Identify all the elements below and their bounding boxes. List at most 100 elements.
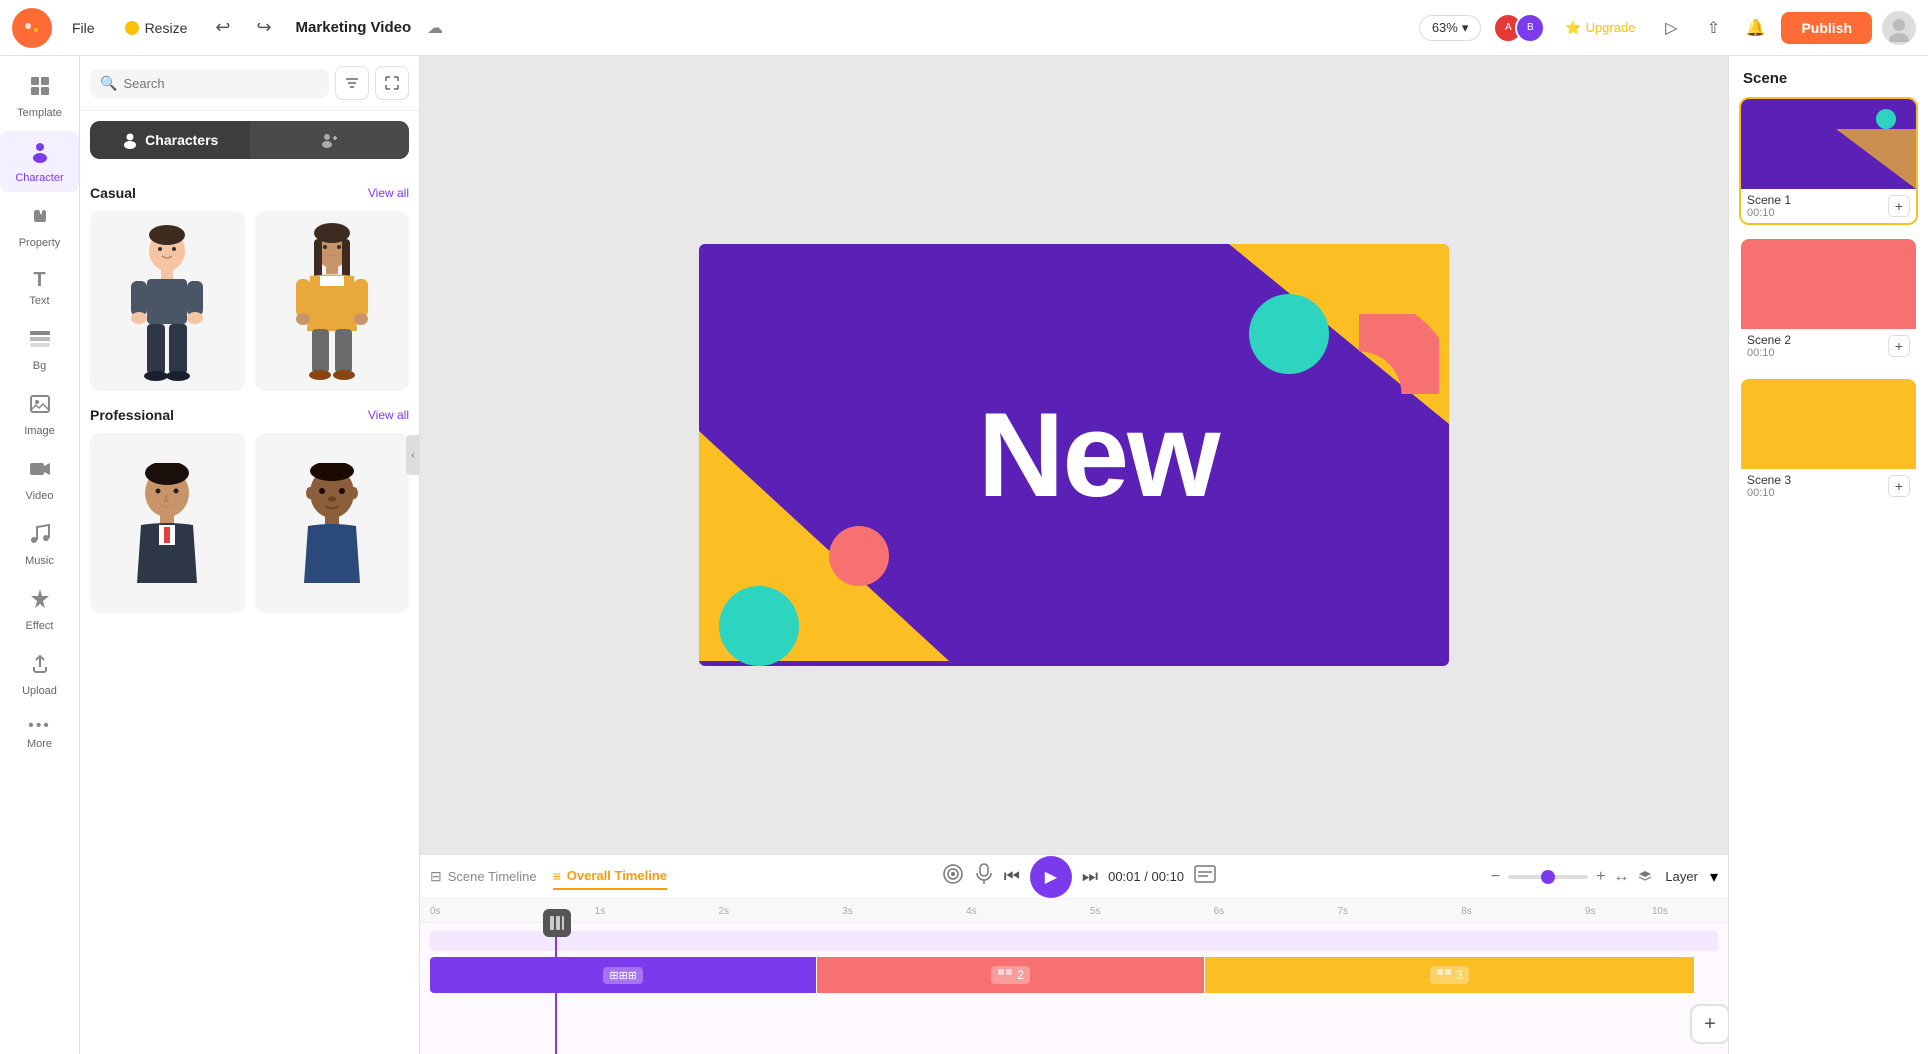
notifications-button[interactable]: 🔔 [1739, 12, 1771, 44]
sidebar-item-upload[interactable]: Upload [0, 644, 79, 705]
publish-button[interactable]: Publish [1781, 12, 1872, 44]
casual-character-grid [90, 211, 409, 391]
cloud-save-icon[interactable]: ☁ [427, 18, 443, 38]
tab-overall-timeline[interactable]: ≡ Overall Timeline [553, 864, 667, 890]
scene-thumb-1 [1741, 99, 1916, 189]
user-avatar[interactable] [1882, 11, 1916, 45]
text-icon: T [33, 269, 45, 292]
skip-back-button[interactable]: ⏮ [1004, 866, 1020, 887]
redo-button[interactable]: ↪ [248, 13, 279, 42]
resize-button[interactable]: Resize [115, 15, 198, 41]
scene-1-badge: ⊞⊞⊞ [603, 967, 643, 984]
character-professional-male-2[interactable] [255, 433, 410, 613]
character-casual-female[interactable] [255, 211, 410, 391]
play-preview-button[interactable]: ▷ [1655, 12, 1687, 44]
sidebar-item-template[interactable]: Template [0, 66, 79, 127]
tab-add-character[interactable] [250, 121, 410, 159]
scene-block-1[interactable]: ⊞⊞⊞ [430, 957, 816, 993]
main-layout: Template Character Property T Text Bg [0, 56, 1928, 1054]
pink-arc-shape [1279, 314, 1439, 479]
search-input[interactable] [123, 76, 319, 91]
filter-button[interactable] [335, 66, 369, 100]
sidebar-label-bg: Bg [33, 360, 46, 372]
microphone-button[interactable] [974, 863, 994, 890]
zoom-slider[interactable] [1508, 875, 1588, 879]
professional-view-all[interactable]: View all [368, 408, 409, 422]
sidebar-item-video[interactable]: Video [0, 449, 79, 510]
more-icon: ••• [28, 717, 51, 735]
sidebar-item-character[interactable]: Character [0, 131, 79, 192]
tab-characters[interactable]: Characters [90, 121, 250, 159]
search-bar[interactable]: 🔍 [90, 69, 329, 98]
collaborator-avatar-2: B [1515, 13, 1545, 43]
tab-scene-timeline[interactable]: ⊟ Scene Timeline [430, 864, 537, 889]
upgrade-button[interactable]: ⭐ Upgrade [1555, 16, 1645, 40]
zoom-thumb[interactable] [1541, 870, 1555, 884]
sidebar-item-bg[interactable]: Bg [0, 319, 79, 380]
character-professional-male-1[interactable] [90, 433, 245, 613]
sidebar-item-text[interactable]: T Text [0, 261, 79, 315]
sidebar-label-template: Template [17, 107, 62, 119]
sidebar-label-character: Character [15, 172, 63, 184]
effect-icon [28, 587, 52, 617]
scene-card-2[interactable]: Scene 2 00:10 + [1739, 237, 1918, 365]
scene-block-3[interactable]: 3 [1205, 957, 1694, 993]
scene-1-label: Scene 1 [1747, 193, 1791, 207]
subtitle-button[interactable] [942, 863, 964, 890]
zoom-value: 63% [1432, 20, 1458, 35]
timeline-ruler: 0s 1s 2s 3s 4s 5s 6s 7s 8s 9s 10s [420, 899, 1728, 923]
sidebar-item-property[interactable]: Property [0, 196, 79, 257]
expand-button[interactable] [375, 66, 409, 100]
project-title: Marketing Video [296, 19, 412, 36]
panel-collapse-button[interactable]: ‹ [406, 435, 420, 475]
canvas-wrapper: ‹ [420, 56, 1728, 854]
upload-icon [28, 652, 52, 682]
professional-section-header: Professional View all [90, 407, 409, 423]
left-panel: 🔍 Characters [80, 56, 420, 1054]
scene-2-add-button[interactable]: + [1888, 335, 1910, 357]
scene-block-2[interactable]: 2 [817, 957, 1203, 993]
teal-circle-bottom [719, 586, 799, 666]
play-button[interactable]: ▶ [1030, 856, 1072, 898]
sidebar-item-image[interactable]: Image [0, 384, 79, 445]
zoom-out-icon[interactable]: − [1491, 868, 1500, 886]
zoom-control[interactable]: 63% ▾ [1419, 15, 1482, 41]
main-canvas[interactable]: New [699, 244, 1449, 666]
scene-blocks-row: ⊞⊞⊞ 2 [430, 957, 1718, 993]
overall-timeline-icon: ≡ [553, 868, 561, 884]
app-logo[interactable] [12, 8, 52, 48]
character-icon [28, 139, 52, 169]
sidebar-item-music[interactable]: Music [0, 514, 79, 575]
file-menu[interactable]: File [62, 15, 105, 41]
timeline-tabs: ⊟ Scene Timeline ≡ Overall Timeline [420, 855, 1728, 899]
scene-2-time: 00:10 [1747, 347, 1791, 359]
scene-2-label: Scene 2 [1747, 333, 1791, 347]
casual-view-all[interactable]: View all [368, 186, 409, 200]
sidebar-label-image: Image [24, 425, 55, 437]
scene-1-add-button[interactable]: + [1888, 195, 1910, 217]
bg-icon [28, 327, 52, 357]
playhead[interactable] [555, 923, 557, 1054]
scene-3-add-button[interactable]: + [1888, 475, 1910, 497]
scene-card-1[interactable]: Scene 1 00:10 + [1739, 97, 1918, 225]
panel-content: Casual View all [80, 169, 419, 1054]
skip-forward-button[interactable]: ⏭ [1082, 866, 1098, 887]
layer-label: Layer [1657, 865, 1706, 888]
sidebar-item-effect[interactable]: Effect [0, 579, 79, 640]
zoom-in-icon[interactable]: + [1596, 868, 1605, 886]
sidebar-label-video: Video [26, 490, 54, 502]
canvas-area: ‹ [420, 56, 1728, 1054]
layer-button[interactable]: Layer ▾ [1637, 865, 1718, 888]
caption-button[interactable] [1194, 865, 1216, 888]
star-icon: ⭐ [1565, 20, 1581, 36]
scene-thumb-3 [1741, 379, 1916, 469]
sidebar-item-more[interactable]: ••• More [0, 709, 79, 758]
share-button[interactable]: ⇧ [1697, 12, 1729, 44]
fit-icon[interactable]: ↔ [1613, 868, 1629, 886]
scene-card-3[interactable]: Scene 3 00:10 + [1739, 377, 1918, 505]
undo-button[interactable]: ↩ [207, 13, 238, 42]
character-casual-male[interactable] [90, 211, 245, 391]
add-scene-button[interactable]: + [1690, 1004, 1728, 1044]
playhead-handle[interactable] [543, 909, 571, 937]
timeline-right-controls: − + ↔ Layer ▾ [1491, 865, 1718, 888]
